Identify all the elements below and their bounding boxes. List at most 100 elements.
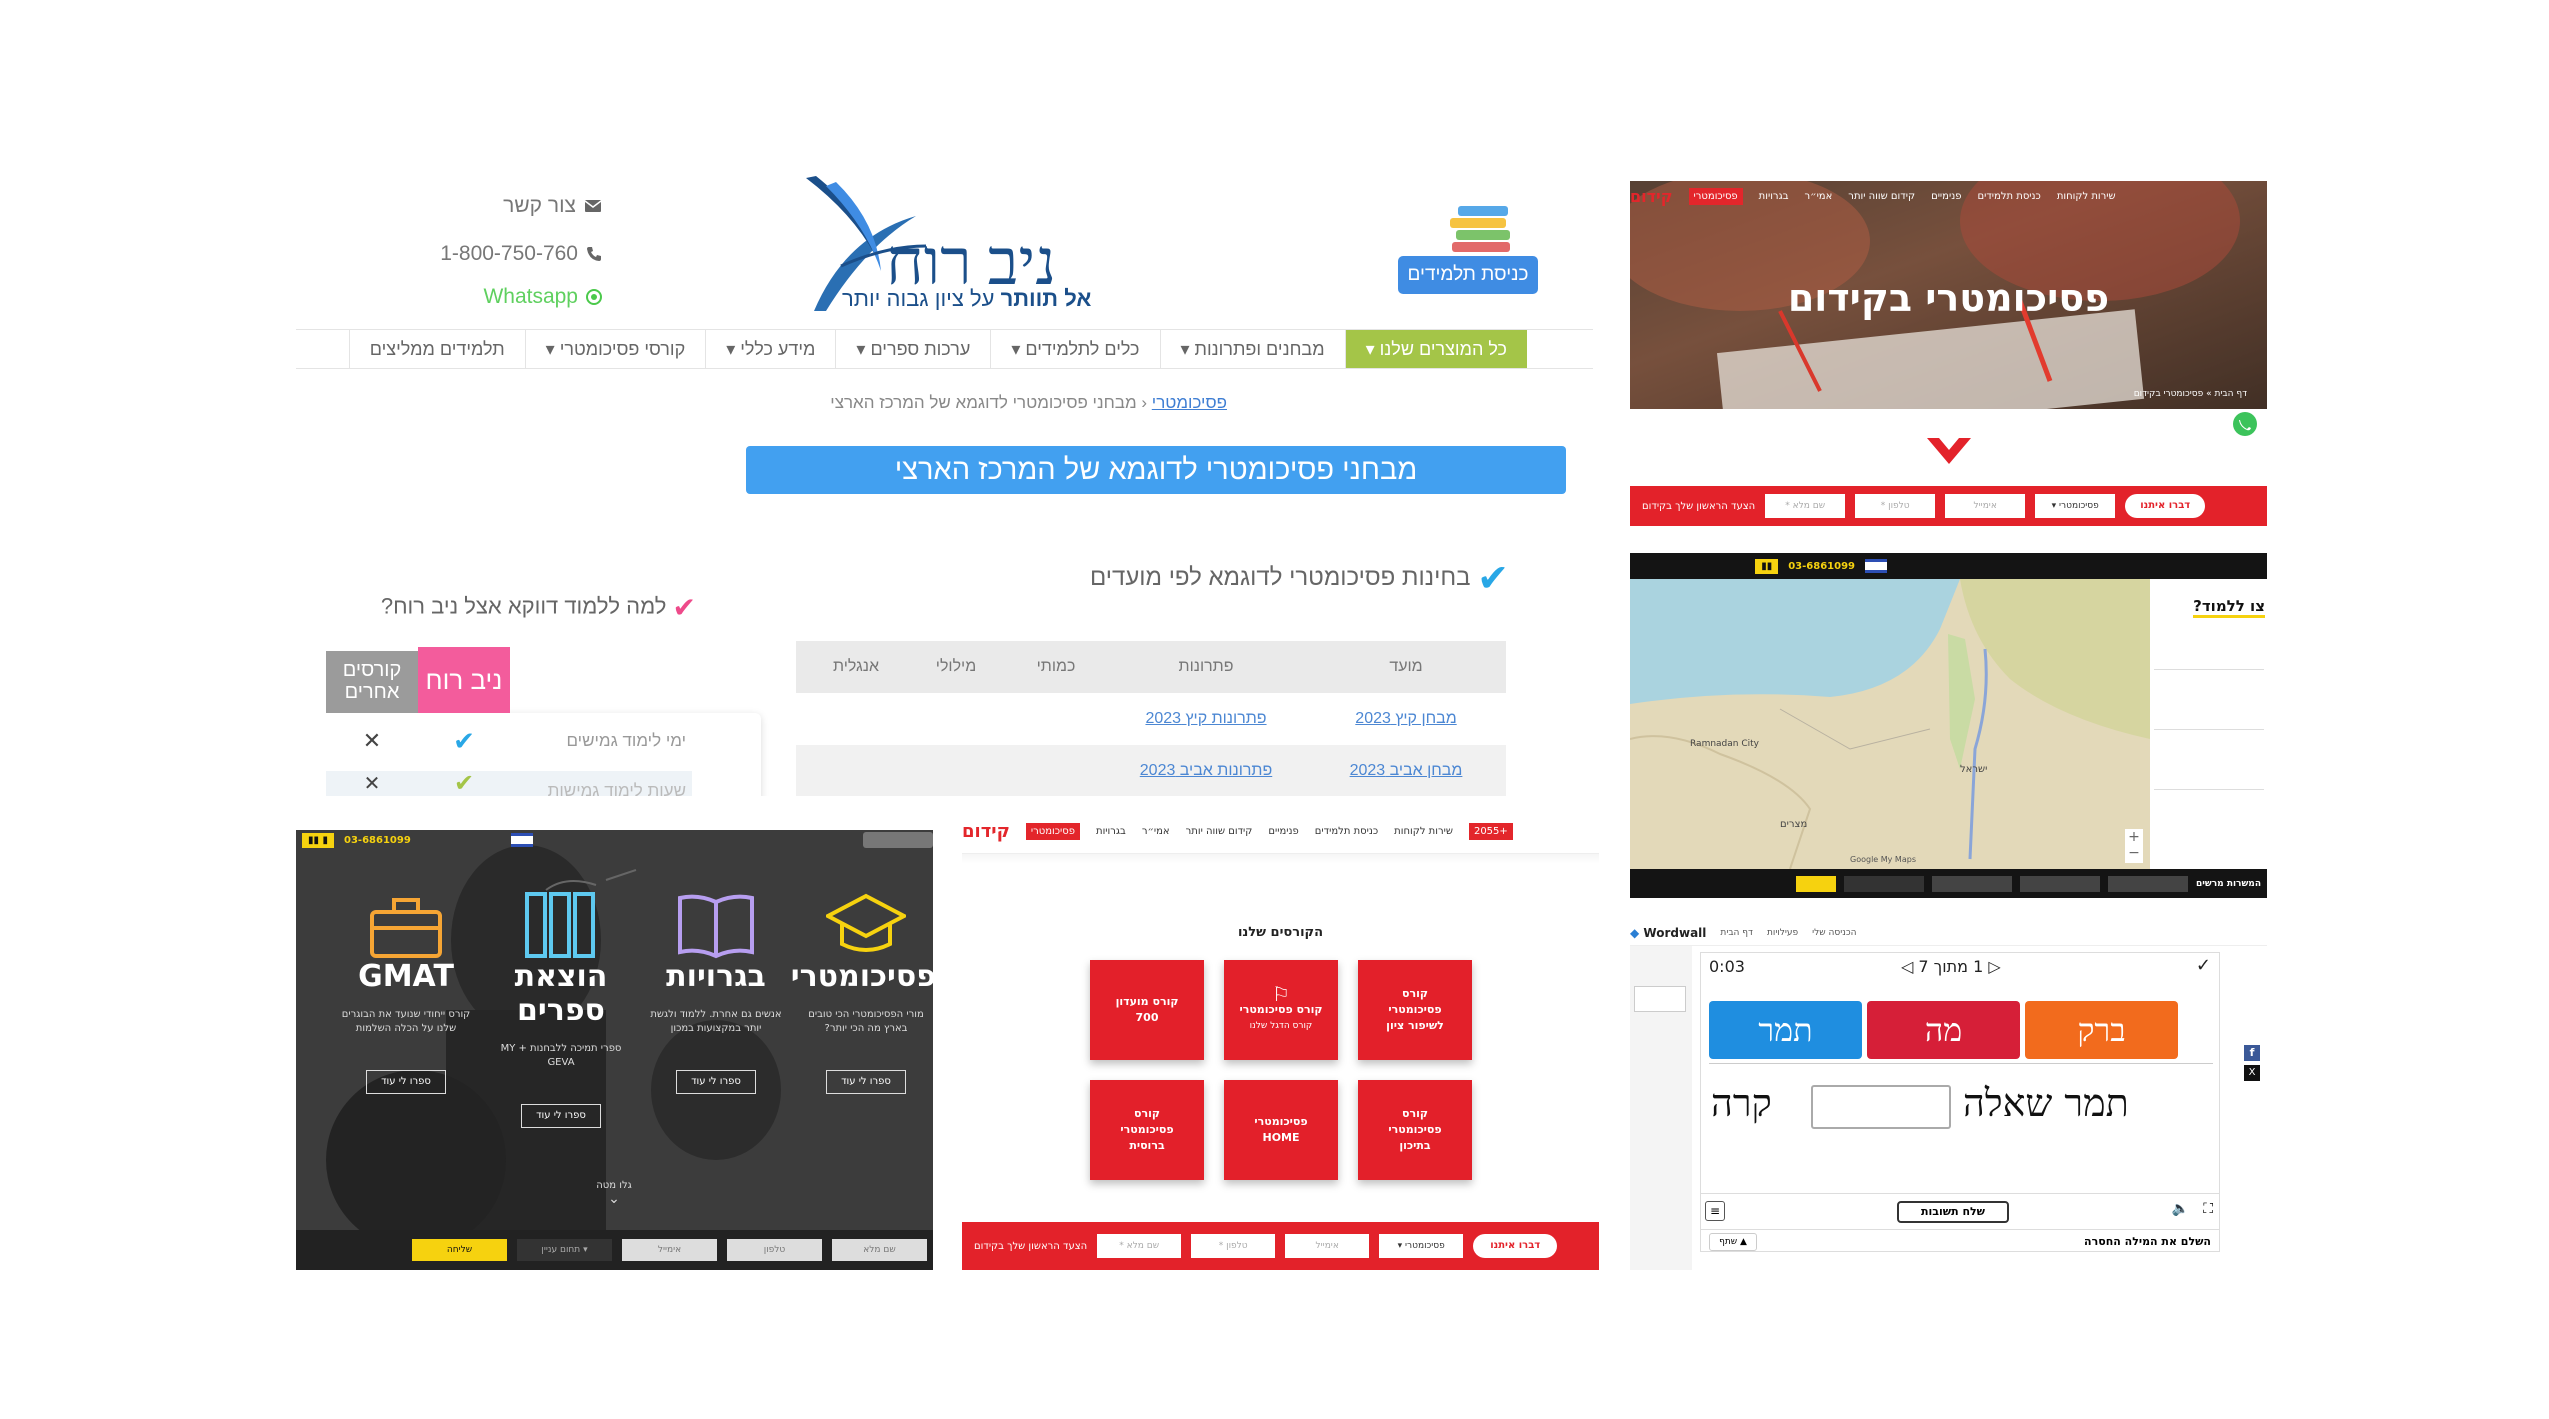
contact-button[interactable]: ▮▮ ▮ — [302, 832, 334, 848]
submit-button[interactable]: דברו איתנו — [2125, 494, 2206, 518]
volume-icon[interactable]: 🔈 — [2172, 1201, 2189, 1217]
nav-item[interactable]: פנימיים — [1931, 191, 1961, 202]
phone-number[interactable]: 03-6861099 — [344, 835, 411, 846]
map-label: מצרים — [1780, 819, 1808, 830]
breadcrumb-link[interactable]: פסיכומטרי — [1152, 393, 1227, 412]
nav-item[interactable]: דף הבית — [1720, 928, 1753, 938]
interest-select[interactable]: תחום עניין ▾ — [517, 1239, 612, 1261]
submit-button[interactable] — [1796, 875, 1837, 892]
menu-item-tools[interactable]: כלים לתלמידים ▾ — [990, 330, 1159, 368]
nav-item[interactable]: קידום שווה יותר — [1186, 826, 1253, 837]
solutions-link[interactable]: פתרונות אביב 2023 — [1140, 762, 1272, 779]
answer-blank[interactable] — [1811, 1085, 1951, 1129]
thumbnail[interactable] — [1634, 986, 1686, 1012]
nav-item[interactable]: כניסת תלמידים — [1315, 826, 1378, 837]
course-tile[interactable]: קורס פסיכומטרי ברוסית — [1090, 1080, 1204, 1180]
form-select[interactable] — [1844, 875, 1925, 892]
nav-item[interactable]: פנימיים — [1268, 826, 1298, 837]
form-field[interactable] — [1932, 875, 2013, 892]
answer-button[interactable]: תמר — [1709, 1001, 1862, 1059]
answer-button[interactable]: מה — [1867, 1001, 2020, 1059]
phone-link[interactable]: 1-800-750-760 — [440, 242, 602, 266]
section-heading-exams: ✔ בחינות פסיכומטרי לדוגמא לפי מועדים — [1090, 558, 1509, 600]
exam-link[interactable]: מבחן קיץ 2023 — [1355, 710, 1456, 727]
nav-item[interactable]: אמי״ר — [1142, 826, 1170, 837]
form-field[interactable] — [2108, 875, 2189, 892]
course-tile[interactable]: פסיכומטרי HOME — [1224, 1080, 1338, 1180]
nav-item[interactable]: כניסת תלמידים — [1977, 191, 2040, 202]
share-button[interactable]: ▲ שתף — [1709, 1233, 1757, 1251]
tell-me-more-button[interactable]: ספרו לי עוד — [676, 1070, 756, 1094]
nav-item[interactable]: שירות לקוחות — [1394, 826, 1453, 837]
solutions-link[interactable]: פתרונות קיץ 2023 — [1145, 710, 1266, 727]
menu-item-general-info[interactable]: מידע כללי ▾ — [705, 330, 835, 368]
breadcrumb: דף הבית » פסיכומטרי בקידום — [2133, 389, 2247, 399]
email-input[interactable]: אימייל — [622, 1239, 717, 1261]
subject-select[interactable]: פסיכומטרי ▾ — [2035, 494, 2116, 518]
menu-item-exams[interactable]: מבחנים ופתרונות ▾ — [1159, 330, 1345, 368]
course-tile[interactable]: קורס פסיכומטרי לשיפור ציון — [1358, 960, 1472, 1060]
nav-item[interactable]: בגרויות — [1096, 826, 1126, 837]
nav-item[interactable]: בגרויות — [1759, 191, 1789, 202]
contact-button[interactable]: ▮▮ — [1755, 558, 1779, 574]
name-input[interactable]: שם מלא — [832, 1239, 927, 1261]
brand-logo[interactable]: קידום — [1630, 187, 1673, 206]
email-input[interactable]: אימייל — [1945, 494, 2026, 518]
tell-me-more-button[interactable]: ספרו לי עוד — [826, 1070, 906, 1094]
submit-button[interactable]: שליחה — [412, 1239, 507, 1261]
nav-item[interactable]: פסיכומטרי — [1025, 823, 1080, 840]
whatsapp-link[interactable]: Whatsapp — [483, 285, 602, 309]
tell-me-more-button[interactable]: ספרו לי עוד — [521, 1104, 601, 1128]
phone-input[interactable]: טלפון — [727, 1239, 822, 1261]
submit-answers-button[interactable]: שלח תשובות — [1897, 1201, 2009, 1223]
breadcrumb: פסיכומטרי ‹ מבחני פסיכומטרי לדוגמא של המ… — [830, 393, 1227, 412]
menu-item-book-kits[interactable]: ערכות ספרים ▾ — [835, 330, 990, 368]
course-tile[interactable]: קורס פסיכומטרי בתיכון — [1358, 1080, 1472, 1180]
name-input[interactable]: שם מלא * — [1765, 494, 1846, 518]
contact-link[interactable]: צור קשר — [503, 194, 602, 218]
name-input[interactable]: שם מלא * — [1097, 1234, 1182, 1258]
facebook-icon[interactable]: f — [2244, 1045, 2260, 1061]
menu-item-testimonials[interactable]: תלמידים ממליצים — [348, 330, 525, 368]
fullscreen-icon[interactable]: ⛶ — [2203, 1201, 2213, 1217]
search-input[interactable] — [863, 832, 933, 848]
nav-item[interactable]: קידום שווה יותר — [1848, 191, 1915, 202]
checkmark-icon: ✔ — [1477, 558, 1509, 600]
lead-form: הצעד הראשון שלך בקידום שם מלא * טלפון * … — [1630, 486, 2267, 526]
student-login-button[interactable]: כניסת תלמידים — [1398, 256, 1538, 294]
phone-input[interactable]: טלפון * — [1191, 1234, 1276, 1258]
zoom-control[interactable]: + − — [2125, 829, 2143, 863]
exam-link[interactable]: מבחן אביב 2023 — [1350, 762, 1463, 779]
checkmark-icon: ✔ — [672, 592, 696, 623]
x-social-icon[interactable]: X — [2244, 1065, 2260, 1081]
brand-logo[interactable]: קידום — [962, 821, 1010, 842]
scroll-down-hint[interactable]: גלו מטה ⌄ — [584, 1180, 644, 1207]
email-input[interactable]: אימייל — [1285, 1234, 1370, 1258]
check-icon[interactable]: ✓ — [2196, 955, 2211, 976]
phone-badge[interactable]: +2055 — [1468, 823, 1513, 840]
activity-frame: 0:03 ▷ 1 מתוך 7 ◁ ✓ תמר מה ברק קרה תמר ש… — [1700, 952, 2220, 1252]
menu-item-all-products[interactable]: כל המוצרים שלנו ▾ — [1344, 330, 1527, 368]
triangle-left-icon[interactable]: ◁ — [1901, 957, 1913, 976]
answer-button[interactable]: ברק — [2025, 1001, 2178, 1059]
triangle-right-icon[interactable]: ▷ — [1988, 957, 2000, 976]
phone-input[interactable]: טלפון * — [1855, 494, 1936, 518]
course-tile[interactable]: ⚐ קורס פסיכומטרי קורס הדגל שלנו — [1224, 960, 1338, 1060]
brand-logo[interactable]: ◆ Wordwall — [1630, 926, 1706, 940]
nav-item[interactable]: אמי״ר — [1804, 191, 1832, 202]
wordwall-icon: ◆ — [1630, 925, 1640, 940]
nav-item[interactable]: פעילויות — [1767, 928, 1798, 938]
course-tile[interactable]: קורס מועדון 700 — [1090, 960, 1204, 1060]
form-field[interactable] — [2020, 875, 2101, 892]
subject-select[interactable]: פסיכומטרי ▾ — [1379, 1234, 1464, 1258]
nav-item[interactable]: שירות לקוחות — [2057, 191, 2116, 202]
phone-number[interactable]: 03-6861099 — [1788, 561, 1855, 572]
nav-item[interactable]: הכניסה שלי — [1812, 928, 1856, 938]
menu-icon[interactable]: ≡ — [1705, 1201, 1725, 1221]
submit-button[interactable]: דברו איתנו — [1473, 1234, 1558, 1258]
whatsapp-icon[interactable] — [2232, 411, 2258, 437]
menu-item-courses[interactable]: קורסי פסיכומטרי ▾ — [524, 330, 706, 368]
tell-me-more-button[interactable]: ספרו לי עוד — [366, 1070, 446, 1094]
map-view[interactable]: ישראל Ramnadan City מצרים Google My Maps… — [1630, 579, 2150, 869]
nav-item[interactable]: פסיכומטרי — [1688, 187, 1743, 205]
